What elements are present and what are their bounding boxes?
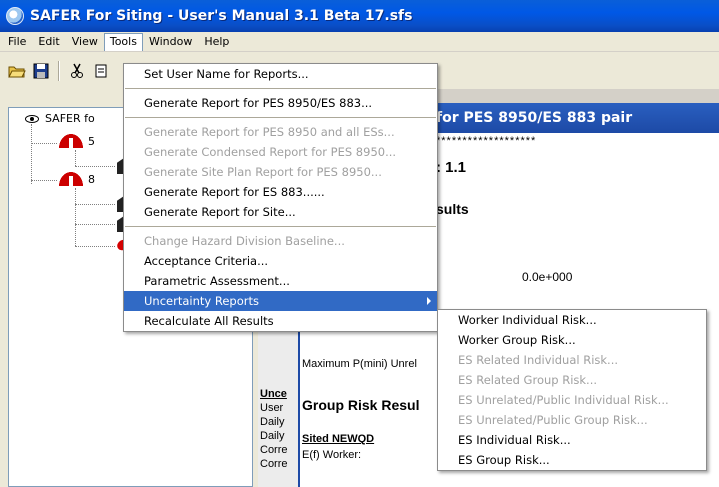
tree-connector (75, 188, 76, 246)
submenu-item-worker-group[interactable]: Worker Group Risk... (438, 330, 706, 350)
report-corre-1: Corre (260, 444, 288, 456)
menu-item-hazard-baseline[interactable]: Change Hazard Division Baseline... (124, 231, 437, 251)
tree-root-label: SAFER fo (45, 112, 95, 125)
menu-file[interactable]: File (2, 33, 32, 50)
toolbar-separator (58, 61, 60, 81)
menu-help[interactable]: Help (198, 33, 235, 50)
app-icon (6, 7, 24, 25)
eye-icon (25, 114, 39, 123)
menu-separator (125, 226, 436, 227)
copy-icon[interactable] (92, 62, 110, 80)
submenu-item-es-individual[interactable]: ES Individual Risk... (438, 430, 706, 450)
submenu-item-es-related-group[interactable]: ES Related Group Risk... (438, 370, 706, 390)
menu-bar: File Edit View Tools Window Help (0, 32, 719, 52)
report-daily-1: Daily (260, 416, 285, 428)
menu-tools[interactable]: Tools (103, 32, 143, 51)
uncertainty-submenu: Worker Individual Risk... Worker Group R… (437, 309, 707, 471)
tree-node-label: 5 (88, 134, 95, 148)
submenu-item-es-related-individual[interactable]: ES Related Individual Risk... (438, 350, 706, 370)
tree-node-label: 8 (88, 172, 95, 186)
menu-separator (125, 88, 436, 89)
menu-item-label: Uncertainty Reports (144, 294, 259, 308)
tools-menu: Set User Name for Reports... Generate Re… (123, 63, 438, 332)
tree-connector (31, 180, 57, 181)
menu-view[interactable]: View (66, 33, 104, 50)
tree-connector (75, 246, 115, 247)
pes-hazard-icon (59, 172, 83, 186)
tree-node-pes-1[interactable]: 5 (59, 134, 95, 148)
menu-separator (125, 117, 436, 118)
title-bar: SAFER For Siting - User's Manual 3.1 Bet… (0, 0, 719, 32)
submenu-arrow-icon (427, 297, 431, 305)
tree-root[interactable]: SAFER fo (25, 112, 95, 125)
report-group-risk-heading: Group Risk Resul (302, 397, 420, 413)
menu-item-condensed-report[interactable]: Generate Condensed Report for PES 8950..… (124, 142, 437, 162)
report-max-pmini: Maximum P(mini) Unrel (302, 358, 417, 370)
save-disk-icon[interactable] (32, 62, 50, 80)
report-corre-2: Corre (260, 458, 288, 470)
tree-connector (31, 124, 32, 184)
menu-item-uncertainty-reports[interactable]: Uncertainty Reports (124, 291, 437, 311)
report-user: User (260, 402, 284, 414)
cut-icon[interactable] (68, 62, 86, 80)
menu-item-parametric-assessment[interactable]: Parametric Assessment... (124, 271, 437, 291)
report-results-heading: sults (436, 201, 469, 217)
menu-window[interactable]: Window (143, 33, 198, 50)
tree-connector (75, 150, 76, 166)
menu-item-set-user-name[interactable]: Set User Name for Reports... (124, 64, 437, 84)
tree-connector (75, 224, 115, 225)
tree-connector (75, 166, 115, 167)
tree-node-pes-2[interactable]: 8 (59, 172, 95, 186)
submenu-item-worker-individual[interactable]: Worker Individual Risk... (438, 310, 706, 330)
menu-item-report-site[interactable]: Generate Report for Site... (124, 202, 437, 222)
report-ef-worker: E(f) Worker: (302, 449, 362, 461)
report-value: 0.0e+000 (522, 270, 573, 284)
report-unce: Unce (260, 388, 287, 400)
menu-item-acceptance-criteria[interactable]: Acceptance Criteria... (124, 251, 437, 271)
menu-item-site-plan-report[interactable]: Generate Site Plan Report for PES 8950..… (124, 162, 437, 182)
report-daily-2: Daily (260, 430, 285, 442)
tree-connector (75, 204, 115, 205)
menu-item-report-pes-all-es[interactable]: Generate Report for PES 8950 and all ESs… (124, 122, 437, 142)
menu-item-recalculate[interactable]: Recalculate All Results (124, 311, 437, 331)
submenu-item-es-group[interactable]: ES Group Risk... (438, 450, 706, 470)
report-stars: ******************* (436, 135, 537, 147)
pes-hazard-icon (59, 134, 83, 148)
menu-item-report-es[interactable]: Generate Report for ES 883...... (124, 182, 437, 202)
tree-connector (31, 143, 57, 144)
open-folder-icon[interactable] (8, 62, 26, 80)
menu-edit[interactable]: Edit (32, 33, 65, 50)
submenu-item-es-unrelated-group[interactable]: ES Unrelated/Public Group Risk... (438, 410, 706, 430)
report-version: : 1.1 (436, 159, 467, 176)
window-title: SAFER For Siting - User's Manual 3.1 Bet… (30, 8, 413, 24)
submenu-item-es-unrelated-individual[interactable]: ES Unrelated/Public Individual Risk... (438, 390, 706, 410)
menu-item-report-pes-es[interactable]: Generate Report for PES 8950/ES 883... (124, 93, 437, 113)
report-sited: Sited NEWQD (302, 433, 375, 445)
